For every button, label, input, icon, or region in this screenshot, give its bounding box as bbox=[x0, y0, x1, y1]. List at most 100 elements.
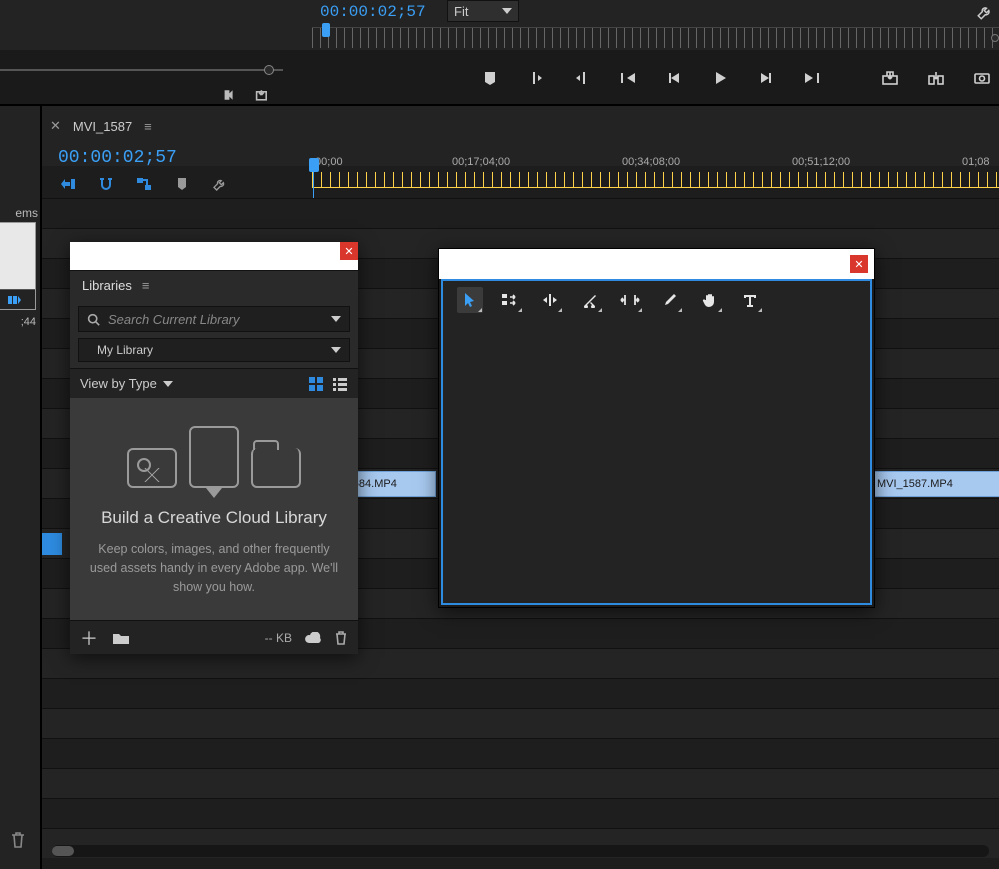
mark-in-button[interactable] bbox=[524, 66, 548, 90]
timeline-tab[interactable]: ✕ MVI_1587 ≡ bbox=[50, 118, 152, 134]
settings-wrench-icon[interactable] bbox=[971, 0, 999, 26]
source-ruler-end bbox=[264, 65, 274, 75]
snap-icon[interactable] bbox=[96, 174, 116, 194]
sequence-name: MVI_1587 bbox=[73, 119, 132, 134]
selection-tool[interactable] bbox=[457, 287, 483, 313]
type-tool[interactable] bbox=[737, 287, 763, 313]
playhead-handle-icon[interactable] bbox=[309, 158, 319, 172]
close-window-button[interactable]: ✕ bbox=[850, 255, 868, 273]
track-select-tool[interactable] bbox=[497, 287, 523, 313]
add-marker-icon[interactable] bbox=[172, 174, 192, 194]
chevron-down-icon[interactable] bbox=[331, 316, 341, 322]
libraries-search-input[interactable]: Search Current Library bbox=[78, 306, 350, 332]
linked-selection-icon[interactable] bbox=[134, 174, 154, 194]
folder-icon[interactable] bbox=[112, 631, 130, 645]
tool-flyout-indicator-icon bbox=[518, 308, 522, 312]
close-tab-icon[interactable]: ✕ bbox=[50, 118, 61, 134]
timeline-timecode[interactable]: 00:00:02;57 bbox=[58, 148, 177, 168]
tool-flyout-indicator-icon bbox=[718, 308, 722, 312]
close-window-button[interactable]: ✕ bbox=[340, 242, 358, 260]
chevron-down-icon bbox=[502, 8, 512, 14]
program-scrub-ruler[interactable] bbox=[312, 27, 999, 48]
libraries-view-row: View by Type bbox=[70, 368, 358, 398]
libraries-empty-state: Build a Creative Cloud Library Keep colo… bbox=[70, 398, 358, 620]
tool-flyout-indicator-icon bbox=[678, 308, 682, 312]
project-bin-thumb[interactable] bbox=[0, 222, 36, 310]
tool-flyout-indicator-icon bbox=[478, 308, 482, 312]
project-label-fragment: ems bbox=[15, 206, 38, 220]
tool-flyout-indicator-icon bbox=[598, 308, 602, 312]
empty-body: Keep colors, images, and other frequentl… bbox=[88, 540, 340, 596]
library-name: My Library bbox=[97, 343, 153, 357]
export-frame-icon[interactable] bbox=[254, 86, 272, 104]
ruler-tick-label: 01;08 bbox=[962, 156, 990, 168]
tool-flyout-indicator-icon bbox=[558, 308, 562, 312]
empty-illustration bbox=[88, 426, 340, 488]
program-timecode[interactable]: 00:00:02;57 bbox=[320, 3, 426, 21]
track-a10[interactable] bbox=[42, 798, 999, 828]
add-asset-button[interactable]: ＋ bbox=[80, 625, 98, 651]
program-transport-bar bbox=[478, 66, 999, 90]
chevron-down-icon bbox=[331, 347, 341, 353]
lift-button[interactable] bbox=[878, 66, 902, 90]
program-playhead[interactable] bbox=[322, 23, 330, 37]
tools-window-titlebar[interactable]: ✕ bbox=[439, 249, 874, 279]
libraries-tab[interactable]: Libraries bbox=[82, 278, 132, 293]
empty-title: Build a Creative Cloud Library bbox=[88, 508, 340, 528]
cloud-sync-icon[interactable] bbox=[304, 632, 322, 644]
source-ruler[interactable] bbox=[0, 64, 283, 76]
pen-tool[interactable] bbox=[657, 287, 683, 313]
nest-sequence-icon[interactable] bbox=[58, 174, 78, 194]
timeline-ruler[interactable]: ;00;00 00;17;04;00 00;34;08;00 00;51;12;… bbox=[312, 156, 999, 192]
tools-panel-body bbox=[441, 279, 872, 605]
go-to-out-button[interactable] bbox=[800, 66, 824, 90]
libraries-footer: ＋ -- KB bbox=[70, 620, 358, 654]
panel-menu-icon[interactable]: ≡ bbox=[142, 278, 150, 293]
grid-view-icon[interactable] bbox=[308, 376, 324, 392]
timeline-horizontal-scrollbar[interactable] bbox=[52, 845, 989, 857]
tools-panel[interactable]: ✕ bbox=[438, 248, 875, 608]
search-icon bbox=[87, 313, 100, 326]
clip-mvi-1587[interactable]: fx MVI_1587.MP4 bbox=[854, 471, 999, 497]
export-frame-button[interactable] bbox=[970, 66, 994, 90]
trash-icon[interactable] bbox=[10, 831, 26, 849]
slip-tool[interactable] bbox=[617, 287, 643, 313]
fit-label: Fit bbox=[454, 4, 468, 19]
timeline-toolbar bbox=[58, 174, 230, 194]
libraries-window-titlebar[interactable]: ✕ bbox=[70, 242, 358, 270]
mark-out-button[interactable] bbox=[570, 66, 594, 90]
track-v6[interactable] bbox=[42, 198, 999, 228]
tab-menu-icon[interactable]: ≡ bbox=[144, 119, 152, 134]
extract-button[interactable] bbox=[924, 66, 948, 90]
play-button[interactable] bbox=[708, 66, 732, 90]
step-back-button[interactable] bbox=[662, 66, 686, 90]
go-to-in-button[interactable] bbox=[616, 66, 640, 90]
program-zoom-fit-dropdown[interactable]: Fit bbox=[447, 0, 519, 22]
hand-tool[interactable] bbox=[697, 287, 723, 313]
add-marker-button[interactable] bbox=[478, 66, 502, 90]
ruler-labels: ;00;00 00;17;04;00 00;34;08;00 00;51;12;… bbox=[312, 156, 999, 170]
track-a6[interactable] bbox=[42, 678, 999, 708]
ripple-edit-tool[interactable] bbox=[537, 287, 563, 313]
thumb-duration: ;44 bbox=[21, 316, 36, 328]
delete-icon[interactable] bbox=[334, 630, 348, 646]
razor-tool[interactable] bbox=[577, 287, 603, 313]
list-view-icon[interactable] bbox=[332, 376, 348, 392]
track-a9[interactable] bbox=[42, 768, 999, 798]
scrollbar-thumb[interactable] bbox=[52, 846, 74, 856]
step-forward-button[interactable] bbox=[754, 66, 778, 90]
track-a7[interactable] bbox=[42, 708, 999, 738]
ruler-tick-label: 00;34;08;00 bbox=[622, 156, 680, 168]
ruler-tick-label: 00;51;12;00 bbox=[792, 156, 850, 168]
track-a8[interactable] bbox=[42, 738, 999, 768]
insert-icon[interactable] bbox=[222, 86, 240, 104]
thumb-footer bbox=[0, 289, 35, 309]
image-illustration-icon bbox=[127, 448, 177, 488]
storage-size: -- KB bbox=[265, 631, 292, 645]
libraries-panel[interactable]: ✕ Libraries ≡ Search Current Library My … bbox=[70, 242, 358, 654]
project-panel-sliver: ems ;44 bbox=[0, 106, 42, 869]
view-by-type-dropdown[interactable]: View by Type bbox=[80, 376, 173, 391]
timeline-settings-icon[interactable] bbox=[210, 174, 230, 194]
track-target-indicator[interactable] bbox=[42, 533, 62, 555]
library-selector-dropdown[interactable]: My Library bbox=[78, 338, 350, 362]
